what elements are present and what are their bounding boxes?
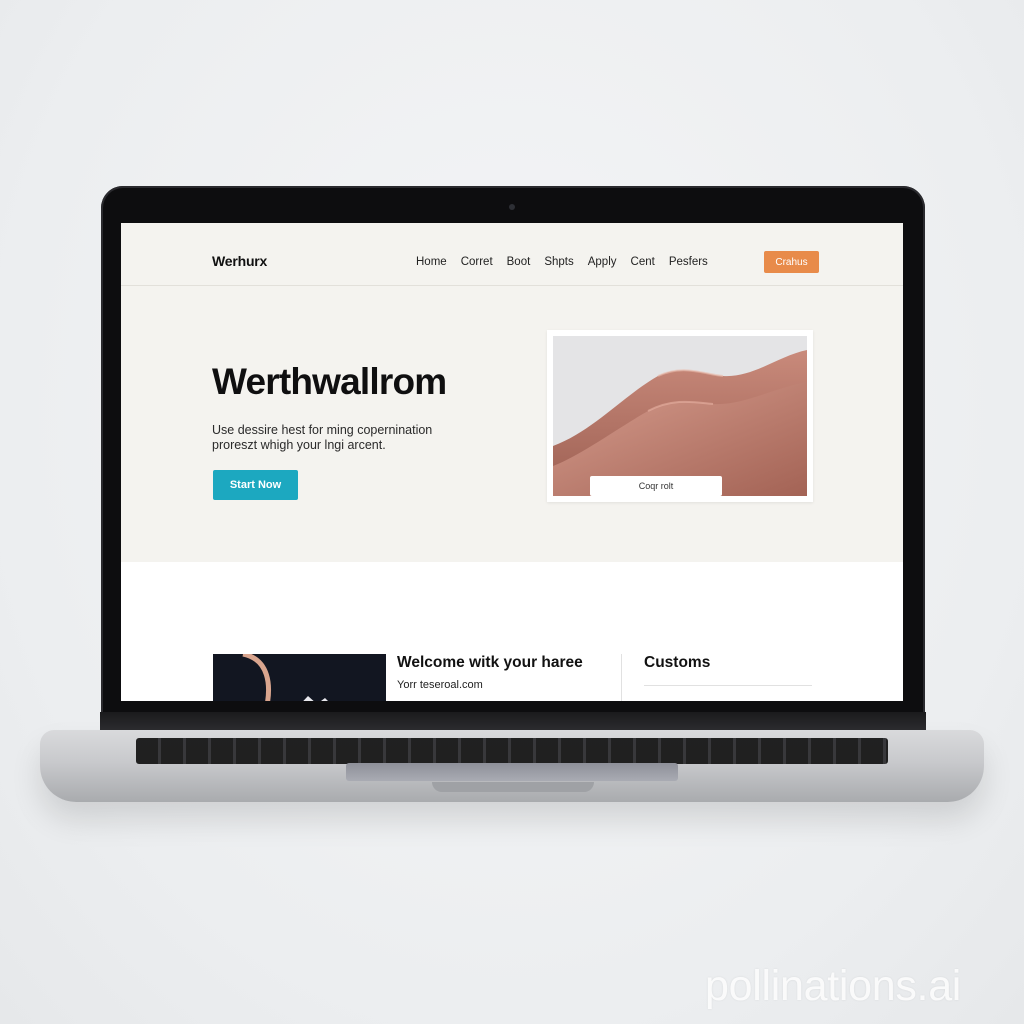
mountain-arc-graphic (213, 654, 386, 701)
nav-item-cent[interactable]: Cent (631, 256, 655, 268)
nav-item-corret[interactable]: Corret (461, 256, 493, 268)
nav-item-home[interactable]: Home (416, 256, 447, 268)
email-text[interactable]: Yorr teseroal.com (397, 679, 483, 691)
article-thumbnail[interactable] (213, 654, 386, 701)
nav-item-shpts[interactable]: Shpts (544, 256, 573, 268)
customs-heading: Customs (644, 654, 711, 671)
laptop-screen: Werhurx Home Corret Boot Shpts Apply Cen… (121, 223, 903, 701)
content-section: Welcome witk your haree Yorr teseroal.co… (121, 562, 903, 701)
image-caption-button[interactable]: Coqr rolt (590, 476, 722, 496)
site-header: Werhurx Home Corret Boot Shpts Apply Cen… (121, 223, 903, 286)
watermark-text: pollinations.ai (705, 962, 962, 1010)
webcam-icon (509, 204, 515, 210)
vertical-divider (621, 654, 622, 701)
start-now-button[interactable]: Start Now (213, 470, 298, 500)
welcome-heading: Welcome witk your haree (397, 654, 583, 671)
nav-item-boot[interactable]: Boot (507, 256, 531, 268)
hero-subtitle: Use dessire hest for ming copernination … (212, 423, 433, 452)
nav-item-apply[interactable]: Apply (588, 256, 617, 268)
nav-menu: Home Corret Boot Shpts Apply Cent Pesfer… (416, 256, 708, 268)
fabric-wave-image: Coqr rolt (553, 336, 807, 496)
trackpad (346, 763, 678, 781)
header-cta-button[interactable]: Crahus (764, 251, 819, 273)
site-logo[interactable]: Werhurx (212, 253, 267, 269)
hero-title: Werthwallrom (212, 361, 447, 402)
hero-image-card: Coqr rolt (547, 330, 813, 502)
horizontal-divider (644, 685, 812, 686)
keyboard (136, 738, 888, 764)
nav-item-pesfers[interactable]: Pesfers (669, 256, 708, 268)
fabric-wave-graphic (553, 336, 807, 496)
lid-opening-notch (432, 782, 594, 792)
